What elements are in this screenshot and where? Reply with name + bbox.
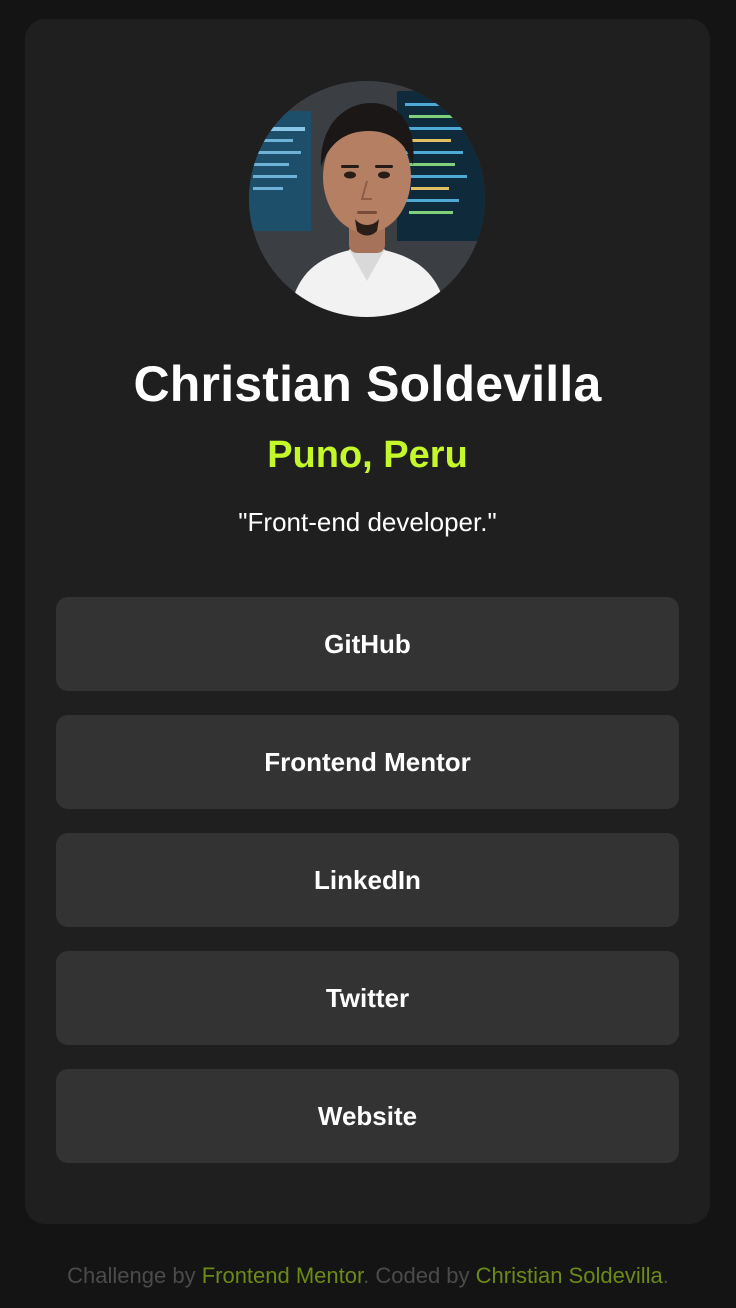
attribution-prefix: Challenge by	[67, 1263, 202, 1288]
profile-name: Christian Soldevilla	[133, 356, 602, 412]
avatar	[249, 81, 485, 317]
github-link-button[interactable]: GitHub	[56, 597, 679, 691]
profile-bio: "Front-end developer."	[238, 507, 497, 537]
challenge-link[interactable]: Frontend Mentor	[202, 1263, 363, 1288]
author-link[interactable]: Christian Soldevilla	[476, 1263, 663, 1288]
social-links-list: GitHub Frontend Mentor LinkedIn Twitter …	[56, 597, 679, 1187]
attribution-suffix: .	[662, 1263, 669, 1288]
profile-location: Puno, Peru	[267, 434, 468, 476]
frontend-mentor-link-button[interactable]: Frontend Mentor	[56, 715, 679, 809]
attribution-middle: . Coded by	[363, 1263, 476, 1288]
profile-card: Christian Soldevilla Puno, Peru "Front-e…	[25, 19, 710, 1224]
twitter-link-button[interactable]: Twitter	[56, 951, 679, 1045]
website-link-button[interactable]: Website	[56, 1069, 679, 1163]
attribution-footer: Challenge by Frontend Mentor. Coded by C…	[0, 1262, 736, 1290]
linkedin-link-button[interactable]: LinkedIn	[56, 833, 679, 927]
